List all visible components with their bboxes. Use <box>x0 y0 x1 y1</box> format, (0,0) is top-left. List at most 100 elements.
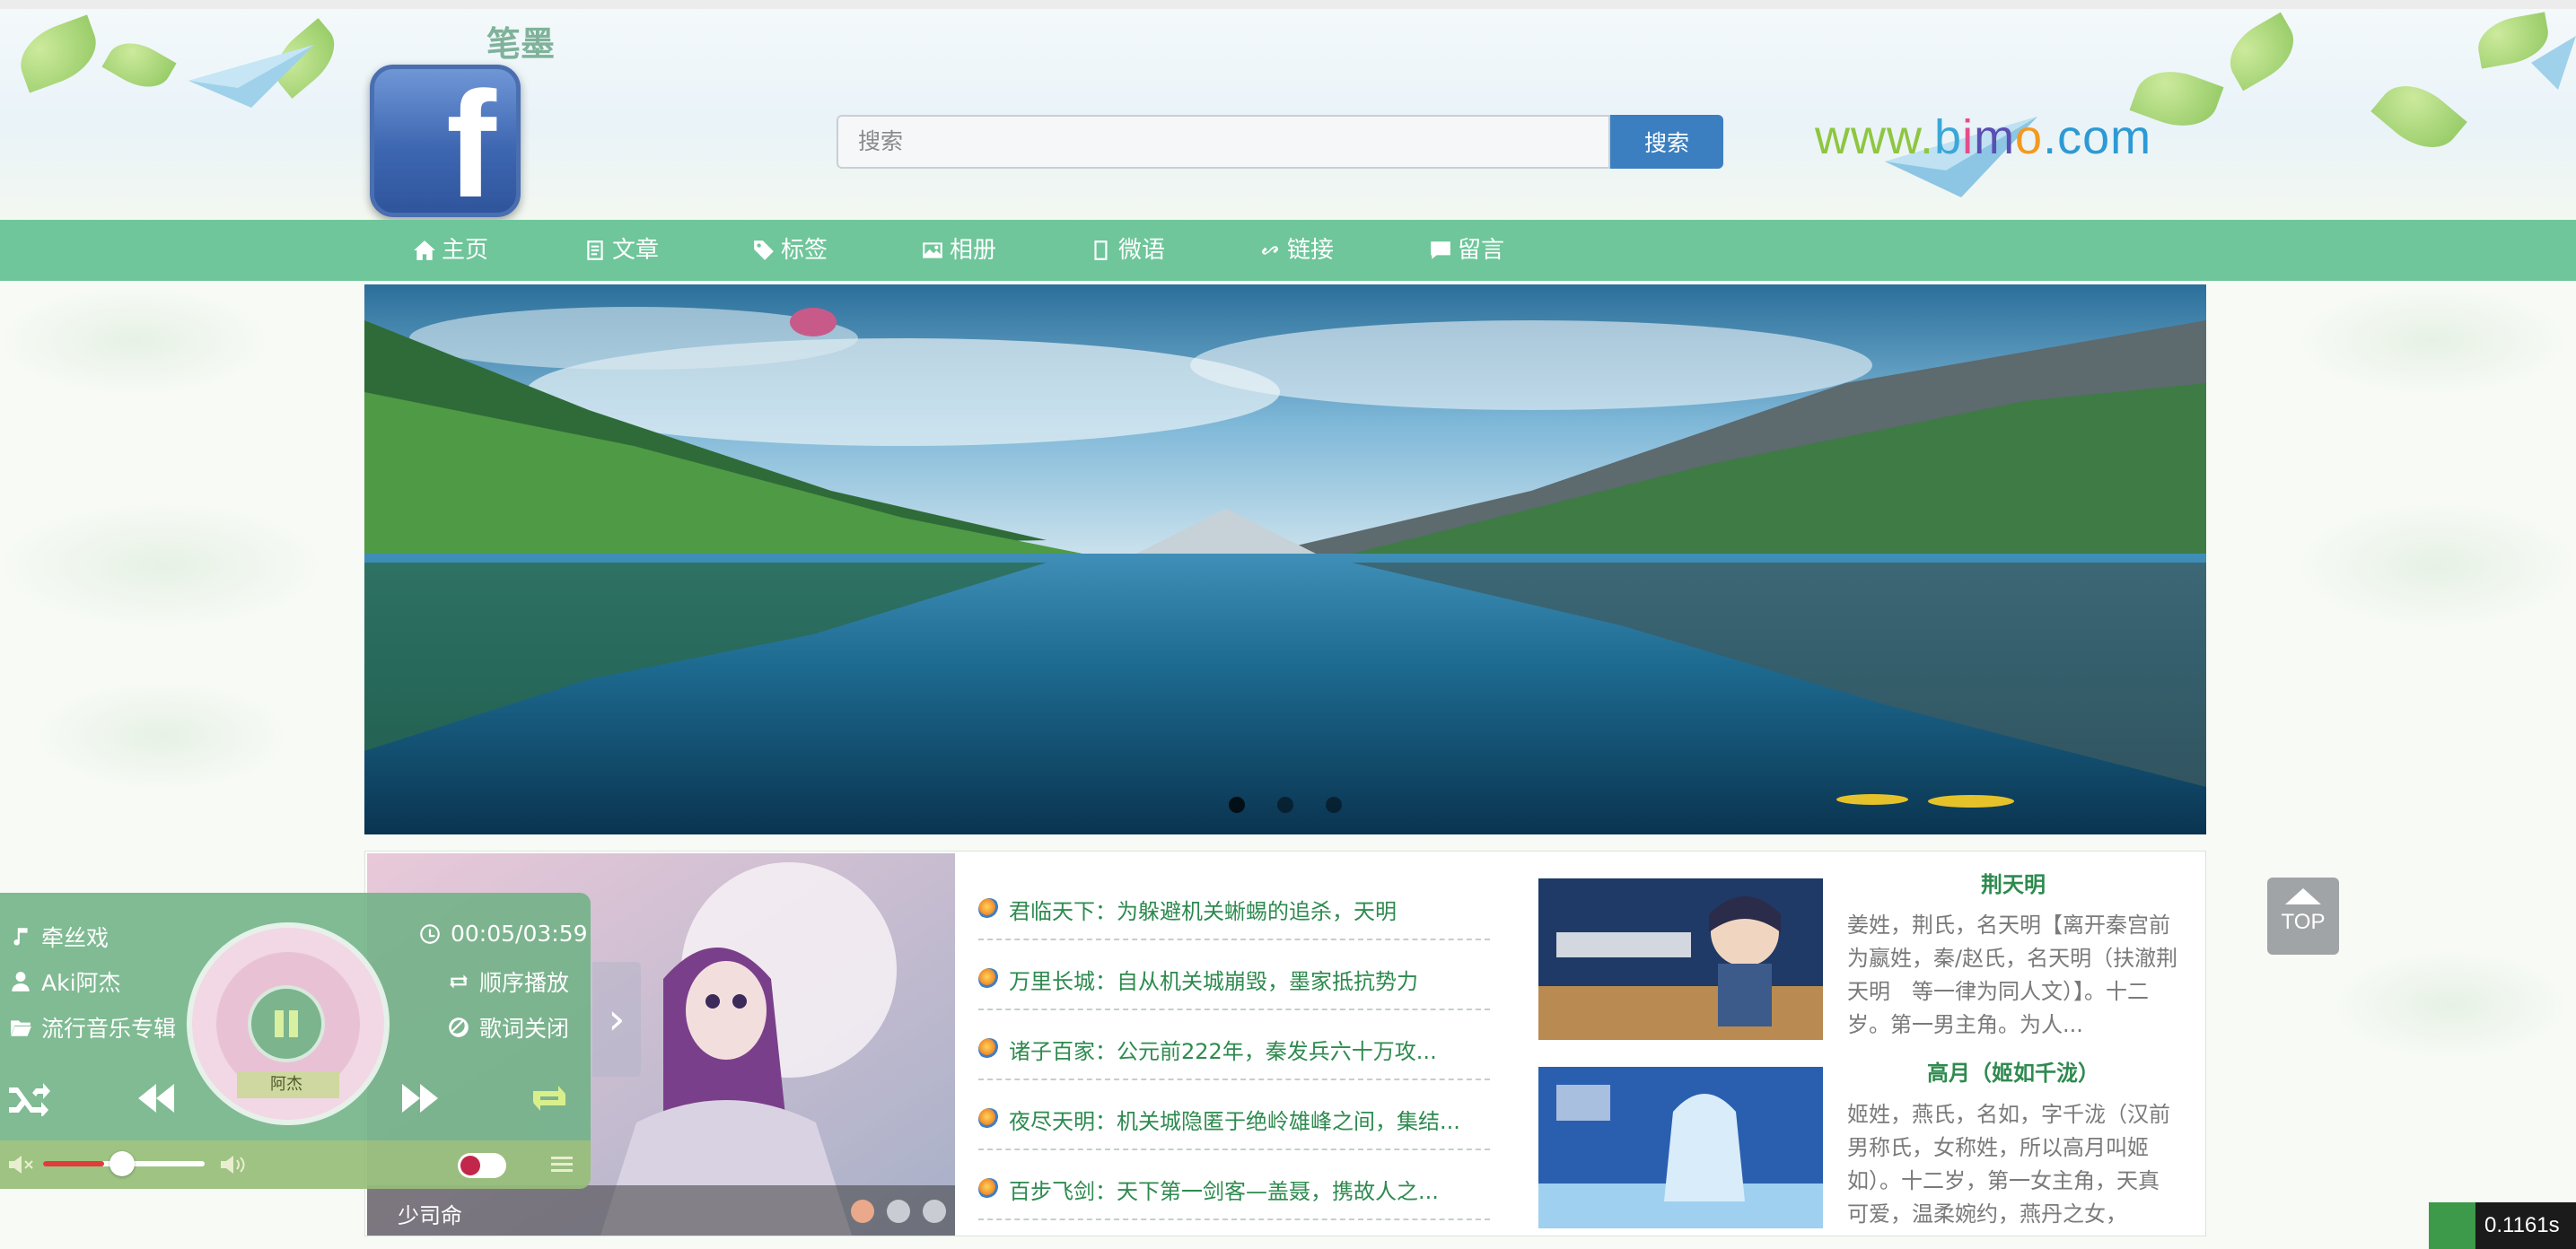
leaf-decoration <box>11 14 106 93</box>
home-icon <box>414 240 435 260</box>
main-nav: 主页 文章 标签 相册 微语 链接 留言 <box>0 220 2576 281</box>
shuffle-button[interactable] <box>7 1080 50 1120</box>
search-input[interactable] <box>837 115 1610 169</box>
slide-next-arrow[interactable]: › <box>592 962 641 1077</box>
news-title[interactable]: 君临天下：为躲避机关蜥蜴的追杀，天明 <box>1009 894 1397 925</box>
banner-dot[interactable] <box>1277 797 1293 813</box>
album-name: 流行音乐专辑 <box>9 1011 176 1044</box>
news-title[interactable]: 诸子百家：公元前222年，秦发兵六十万攻... <box>1009 1034 1437 1065</box>
up-arrow-icon <box>2285 888 2321 904</box>
character-card-image[interactable] <box>1538 878 1823 1040</box>
clock-icon <box>420 923 440 944</box>
news-title[interactable]: 百步飞剑：天下第一剑客—盖聂，携故人之... <box>1009 1174 1439 1205</box>
search-button[interactable]: 搜索 <box>1610 115 1723 169</box>
volume-up-icon[interactable] <box>219 1154 248 1175</box>
song-name: 牵丝戏 <box>9 921 109 953</box>
brand-part: www. <box>1815 110 1935 164</box>
nav-item-messages[interactable]: 留言 <box>1429 220 1504 281</box>
shuffle-icon <box>9 1083 50 1118</box>
slide-dots <box>851 1200 946 1223</box>
lyrics-label: 歌词关闭 <box>479 1016 570 1042</box>
rss-bullet-icon <box>978 1178 1000 1200</box>
news-list: 君临天下：为躲避机关蜥蜴的追杀，天明 万里长城：自从机关城崩毁，墨家抵抗势力 诸… <box>978 870 1490 1220</box>
banner-carousel[interactable] <box>364 284 2206 834</box>
banner-dot[interactable] <box>1229 797 1245 813</box>
slide-dot[interactable] <box>887 1200 910 1223</box>
news-item[interactable]: 夜尽天明：机关城隐匿于绝岭雄峰之间，集结... <box>978 1080 1490 1150</box>
character-card-title[interactable]: 荆天明 <box>1847 867 2179 898</box>
character-card-title[interactable]: 高月（姬如千泷） <box>1847 1055 2179 1087</box>
character-card-image[interactable] <box>1538 1067 1823 1228</box>
nav-item-articles[interactable]: 文章 <box>583 220 659 281</box>
nav-label: 主页 <box>442 237 489 264</box>
background-leaf <box>2298 502 2576 628</box>
background-leaf <box>2334 951 2567 1059</box>
leaf-decoration <box>2218 12 2306 92</box>
volume-knob[interactable] <box>110 1151 135 1176</box>
site-title[interactable]: 笔墨 <box>486 16 555 66</box>
fast-forward-icon <box>402 1084 438 1113</box>
photo-icon <box>923 242 942 258</box>
album-label: 流行音乐专辑 <box>41 1016 177 1042</box>
loop-button[interactable] <box>528 1080 571 1120</box>
volume-fill <box>43 1161 105 1166</box>
playlist-icon[interactable] <box>549 1154 574 1177</box>
lyrics-switch[interactable] <box>458 1153 506 1178</box>
leaf-decoration <box>2370 70 2467 163</box>
play-mode[interactable]: 顺序播放 <box>447 965 569 998</box>
time-label: 00:05/03:59 <box>451 921 588 947</box>
nav-label: 留言 <box>1458 237 1505 264</box>
news-item[interactable]: 万里长城：自从机关城崩毁，墨家抵抗势力 <box>978 940 1490 1010</box>
repeat-icon <box>450 974 468 989</box>
news-title[interactable]: 夜尽天明：机关城隐匿于绝岭雄峰之间，集结... <box>1009 1104 1460 1135</box>
slide-dot[interactable] <box>923 1200 946 1223</box>
character-card-text: 姜姓，荆氏，名天明【离开秦宫前为嬴姓，秦/赵氏，名天明（扶澈荆天明 等一律为同人… <box>1847 913 2178 1037</box>
pause-button[interactable] <box>248 985 325 1062</box>
disc-label: 阿杰 <box>270 1075 302 1094</box>
nav-item-micro[interactable]: 微语 <box>1090 220 1165 281</box>
tianming-image <box>1538 878 1823 1040</box>
nav-item-tags[interactable]: 标签 <box>752 220 828 281</box>
back-to-top-button[interactable]: TOP <box>2267 878 2339 955</box>
rss-bullet-icon <box>978 898 1000 920</box>
background-leaf <box>2298 287 2567 395</box>
slide-caption-text: 少司命 <box>398 1203 462 1228</box>
nav-item-home[interactable]: 主页 <box>413 220 488 281</box>
nav-label: 相册 <box>950 237 997 264</box>
lyrics-toggle[interactable]: 歌词关闭 <box>447 1011 569 1044</box>
rss-bullet-icon <box>978 1108 1000 1130</box>
background-leaf <box>0 502 323 628</box>
tag-icon <box>754 240 774 260</box>
brand-part: i <box>1962 110 1975 164</box>
banner-dots <box>1229 797 1342 813</box>
news-item[interactable]: 诸子百家：公元前222年，秦发兵六十万攻... <box>978 1010 1490 1080</box>
mute-icon[interactable] <box>7 1154 34 1175</box>
book-icon <box>1094 240 1108 260</box>
previous-button[interactable] <box>135 1080 178 1120</box>
banner-dot[interactable] <box>1326 797 1342 813</box>
nav-label: 标签 <box>781 237 828 264</box>
folder-open-icon <box>11 1020 31 1036</box>
top-label: TOP <box>2281 910 2326 934</box>
character-card-text: 姬姓，燕氏，名如，字千泷（汉前男称氏，女称姓，所以高月叫姬如）。十二岁，第一女主… <box>1847 1102 2170 1227</box>
paper-plane-icon <box>2531 36 2576 90</box>
nav-item-links[interactable]: 链接 <box>1258 220 1334 281</box>
background-leaf <box>36 682 287 790</box>
loop-icon <box>533 1086 565 1111</box>
rss-bullet-icon <box>978 968 1000 990</box>
slide-caption: 少司命 <box>367 1185 955 1236</box>
nav-item-album[interactable]: 相册 <box>921 220 996 281</box>
news-item[interactable]: 君临天下：为躲避机关蜥蜴的追杀，天明 <box>978 870 1490 940</box>
news-title[interactable]: 万里长城：自从机关城崩毁，墨家抵抗势力 <box>1009 964 1418 995</box>
rss-bullet-icon <box>978 1038 1000 1060</box>
brand-url[interactable]: www.bimo.com <box>1815 109 2151 165</box>
slide-dot[interactable] <box>851 1200 874 1223</box>
nav-label: 文章 <box>612 237 660 264</box>
facebook-logo[interactable]: f <box>370 65 521 217</box>
nav-label: 微语 <box>1118 237 1166 264</box>
news-item[interactable]: 百步飞剑：天下第一剑客—盖聂，携故人之... <box>978 1150 1490 1220</box>
next-button[interactable] <box>399 1080 442 1120</box>
brand-part: b <box>1934 110 1963 164</box>
ban-icon <box>449 1018 469 1037</box>
brand-part: o <box>2015 110 2044 164</box>
